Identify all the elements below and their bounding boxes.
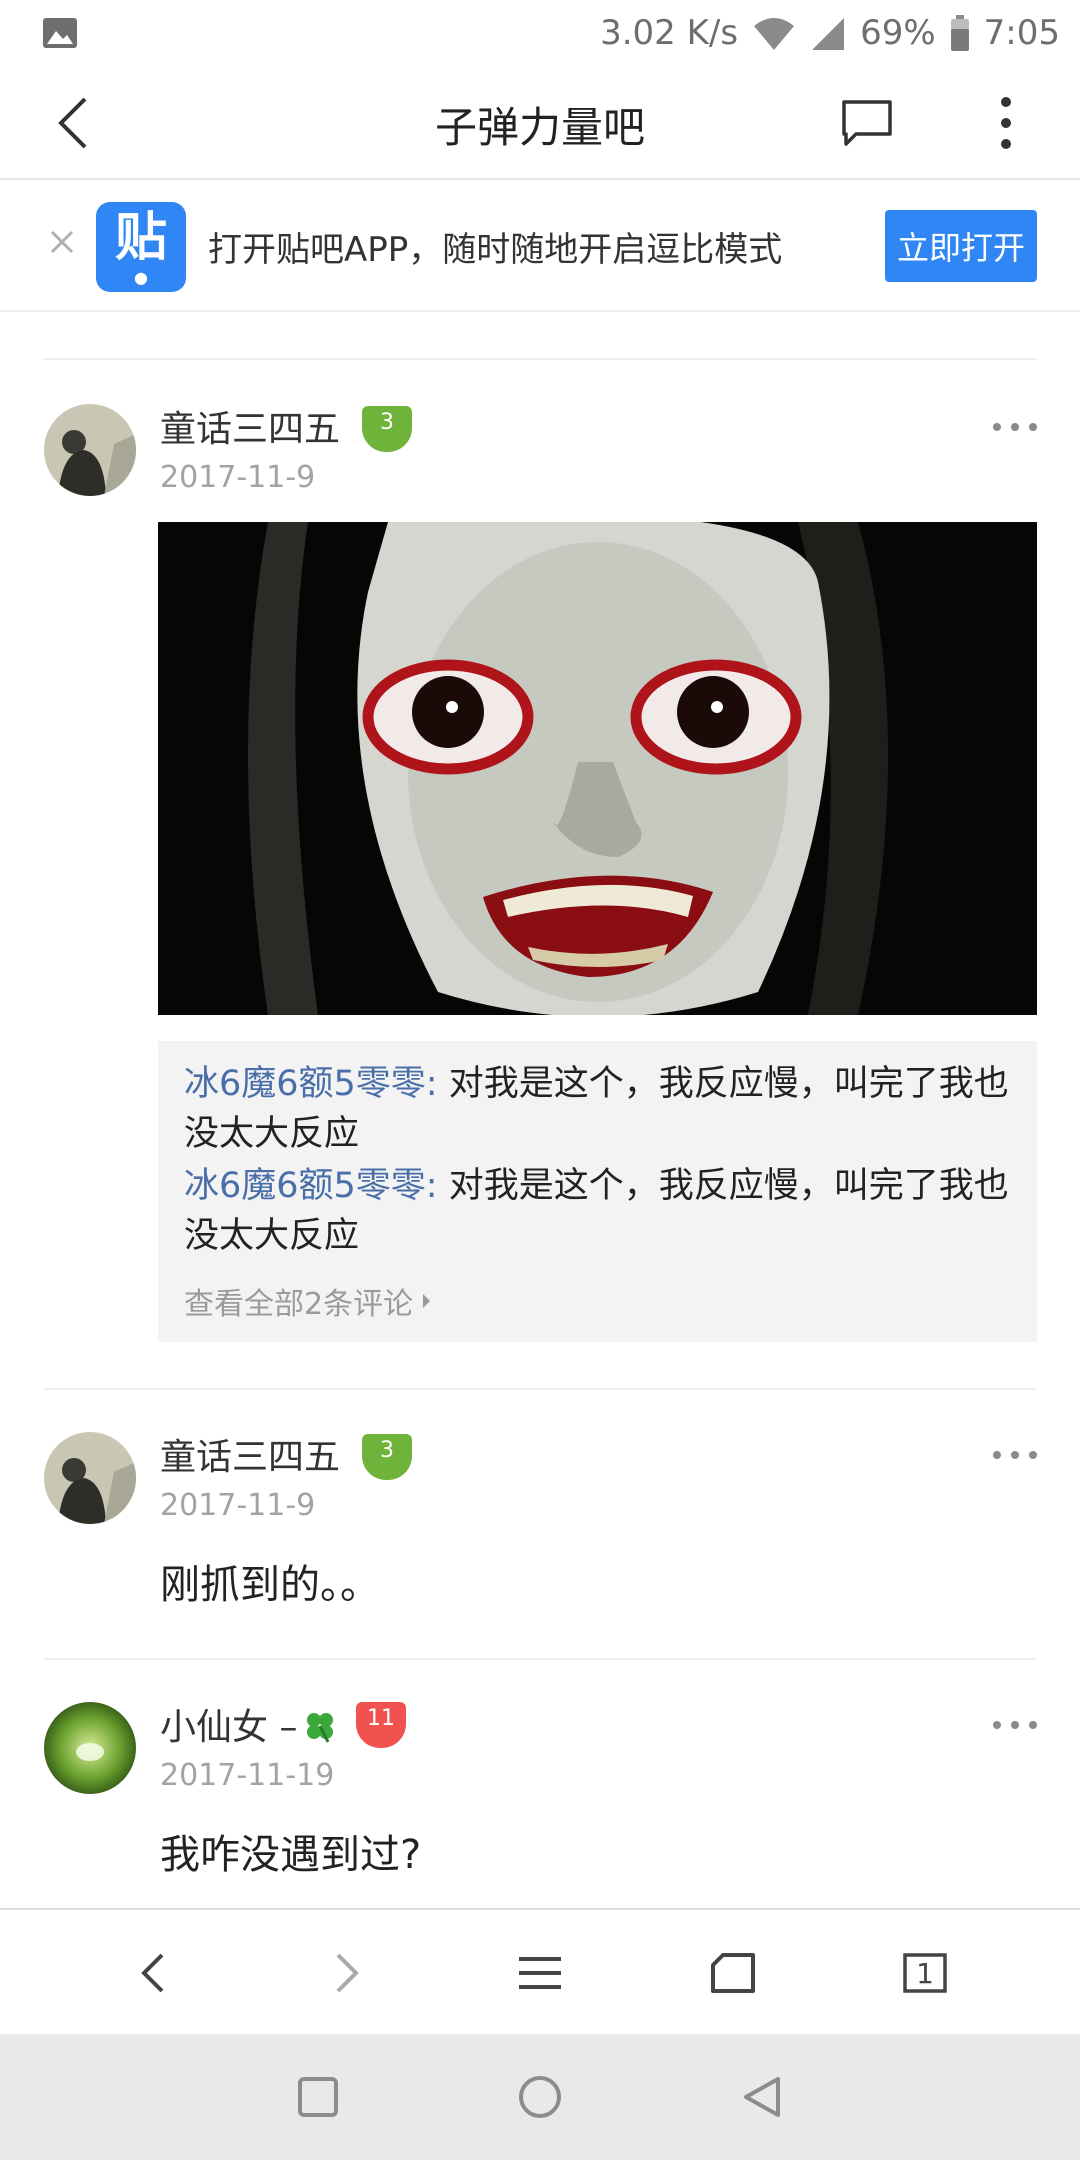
level-badge: 3: [362, 406, 412, 452]
avatar[interactable]: [44, 1702, 136, 1794]
back-triangle-icon[interactable]: [727, 2062, 797, 2132]
comment-icon[interactable]: [834, 90, 900, 156]
top-bar: 子弹力量吧: [0, 66, 1080, 180]
system-nav-bar: [0, 2034, 1080, 2160]
comment-user[interactable]: 冰6魔6额5零零:: [184, 1064, 438, 1104]
divider: [44, 358, 1036, 360]
recent-apps-icon[interactable]: [283, 2062, 353, 2132]
app-promo-banner: 贴 ● 打开贴吧APP，随时随地开启逗比模式 立即打开: [0, 180, 1080, 312]
page-title: 子弹力量吧: [434, 103, 645, 152]
forward-icon[interactable]: [312, 1938, 382, 2008]
logo-text: 贴: [114, 208, 167, 268]
tabs-icon[interactable]: 1: [890, 1938, 960, 2008]
wifi-icon: [752, 16, 796, 50]
menu-icon[interactable]: [505, 1938, 575, 2008]
comment-box: 冰6魔6额5零零: 对我是这个，我反应慢，叫完了我也没太大反应 冰6魔6额5零零…: [158, 1041, 1037, 1342]
level-badge: 3: [362, 1434, 412, 1480]
signal-icon: [810, 16, 846, 50]
battery-icon: [950, 15, 970, 51]
open-app-button[interactable]: 立即打开: [885, 210, 1037, 282]
more-options-icon[interactable]: [993, 1718, 1037, 1732]
comment-item[interactable]: 冰6魔6额5零零: 对我是这个，我反应慢，叫完了我也没太大反应: [184, 1059, 1014, 1159]
username[interactable]: 小仙女 –: [160, 1698, 297, 1750]
battery-percent: 69%: [860, 13, 936, 53]
post-image[interactable]: [158, 522, 1037, 1015]
tab-count: 1: [916, 1956, 934, 1990]
post-content: 我咋没遇到过?: [160, 1832, 422, 1878]
level-badge: 11: [356, 1702, 406, 1748]
close-icon[interactable]: [44, 224, 80, 260]
home-icon[interactable]: [698, 1938, 768, 2008]
more-options-icon[interactable]: [993, 420, 1037, 434]
avatar[interactable]: [44, 1432, 136, 1524]
banner-text: 打开贴吧APP，随时随地开启逗比模式: [208, 230, 783, 270]
post-date: 2017-11-9: [160, 460, 316, 495]
clover-icon: [302, 1708, 338, 1748]
comment-user[interactable]: 冰6魔6额5零零:: [184, 1166, 438, 1206]
post-date: 2017-11-19: [160, 1758, 335, 1793]
post-date: 2017-11-9: [160, 1488, 316, 1523]
back-icon[interactable]: [118, 1938, 188, 2008]
network-speed: 3.02 K/s: [600, 13, 739, 53]
post-content: 刚抓到的。。: [160, 1562, 380, 1608]
divider: [44, 1658, 1036, 1660]
avatar[interactable]: [44, 404, 136, 496]
view-all-label: 查看全部2条评论: [184, 1287, 414, 1322]
browser-toolbar: 1: [0, 1908, 1080, 2034]
view-all-comments-link[interactable]: 查看全部2条评论: [184, 1279, 431, 1323]
username[interactable]: 童话三四五: [160, 1428, 340, 1480]
comment-item[interactable]: 冰6魔6额5零零: 对我是这个，我反应慢，叫完了我也没太大反应: [184, 1161, 1014, 1261]
home-circle-icon[interactable]: [505, 2062, 575, 2132]
clock: 7:05: [983, 13, 1060, 53]
status-bar: 3.02 K/s 69% 7:05: [0, 0, 1080, 66]
caret-right-icon: [423, 1294, 431, 1308]
more-vertical-icon[interactable]: [973, 90, 1039, 156]
gallery-icon: [42, 17, 78, 49]
more-options-icon[interactable]: [993, 1448, 1037, 1462]
tieba-logo-icon: 贴 ●: [96, 202, 186, 292]
divider: [44, 1388, 1036, 1390]
username[interactable]: 童话三四五: [160, 400, 340, 452]
paw-icon: ●: [134, 268, 148, 287]
